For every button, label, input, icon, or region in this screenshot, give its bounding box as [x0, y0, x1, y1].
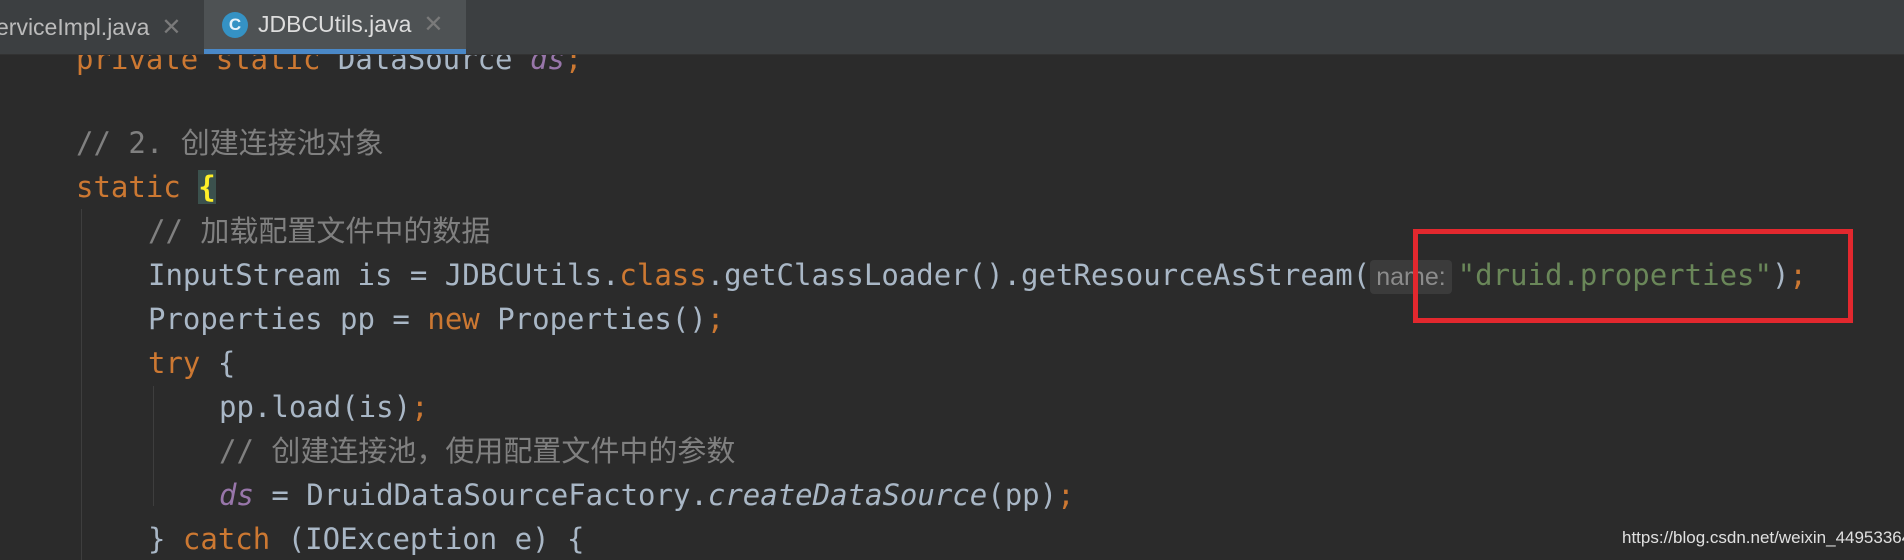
keyword: static: [76, 170, 181, 204]
code-text: }: [148, 522, 183, 556]
code-text: {: [200, 346, 236, 380]
close-icon[interactable]: ✕: [423, 10, 443, 39]
code-text: .getClassLoader().getResourceAsStream(: [706, 258, 1371, 292]
matched-brace: {: [198, 170, 216, 204]
code-line[interactable]: // 2. 创建连接池对象: [76, 121, 384, 165]
code-text: (pp): [987, 478, 1058, 512]
keyword: class: [619, 258, 707, 292]
code-line[interactable]: // 加载配置文件中的数据: [148, 209, 490, 253]
field-name: ds: [530, 55, 565, 76]
static-method-name: createDataSource: [707, 478, 988, 512]
code-line[interactable]: try {: [148, 341, 235, 385]
code-text: Properties pp =: [148, 302, 428, 336]
code-line[interactable]: ds = DruidDataSourceFactory.createDataSo…: [219, 473, 1075, 517]
field-name: ds: [219, 478, 254, 512]
tab-service-impl[interactable]: erviceImpl.java ✕: [0, 0, 196, 54]
code-text: (IOException e) {: [270, 522, 585, 556]
highlight-box: [1413, 229, 1853, 323]
code-text: InputStream is = JDBCUtils.: [148, 258, 620, 292]
comment: // 创建连接池，使用配置文件中的参数: [219, 434, 736, 468]
code-text: = DruidDataSourceFactory.: [253, 478, 708, 512]
type-name: DataSource: [337, 55, 513, 76]
close-icon[interactable]: ✕: [161, 13, 181, 42]
semicolon: ;: [411, 390, 429, 424]
code-line[interactable]: // 创建连接池，使用配置文件中的参数: [219, 429, 735, 473]
code-line[interactable]: } catch (IOException e) {: [148, 517, 585, 560]
indent-guide: [81, 209, 82, 560]
keyword: try: [148, 346, 201, 380]
keyword: new: [427, 302, 480, 336]
tab-label: erviceImpl.java: [0, 13, 150, 40]
semicolon: ;: [706, 302, 725, 336]
comment: // 2. 创建连接池对象: [76, 126, 384, 160]
code-line[interactable]: Properties pp = new Properties();: [148, 297, 724, 341]
java-class-icon: C: [222, 11, 248, 38]
comment: // 加载配置文件中的数据: [148, 214, 491, 248]
editor-tab-bar: erviceImpl.java ✕ C JDBCUtils.java ✕: [0, 0, 1904, 55]
keyword: catch: [182, 522, 271, 556]
tab-jdbcutils[interactable]: C JDBCUtils.java ✕: [204, 0, 466, 54]
code-line[interactable]: private static DataSource ds;: [76, 55, 582, 81]
code-line[interactable]: pp.load(is);: [219, 385, 429, 429]
code-line[interactable]: static {: [76, 165, 216, 209]
indent-guide: [153, 386, 154, 506]
keyword: static: [215, 55, 321, 76]
code-text: Properties(): [479, 302, 707, 336]
tab-label: JDBCUtils.java: [258, 11, 412, 37]
keyword: private: [76, 55, 199, 76]
semicolon: ;: [564, 55, 583, 76]
semicolon: ;: [1057, 478, 1075, 512]
watermark: https://blog.csdn.net/weixin_44953364: [1622, 528, 1904, 547]
code-text: pp.load(is): [219, 390, 412, 424]
